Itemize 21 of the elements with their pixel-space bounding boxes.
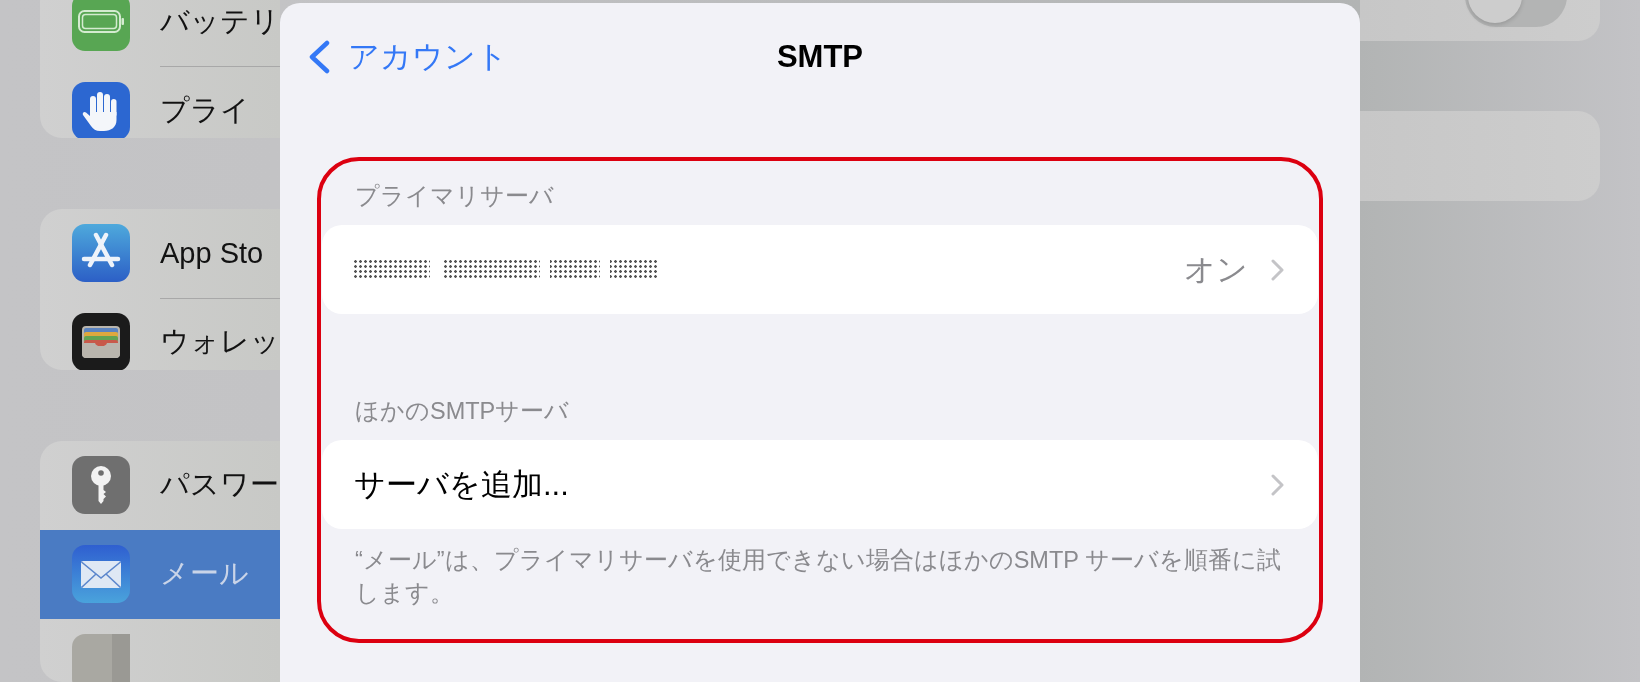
nav-title: SMTP [776, 39, 864, 75]
chevron-right-icon [1271, 473, 1284, 496]
envelope-icon [72, 545, 130, 604]
app-icon [72, 634, 130, 682]
section-header: ほかのSMTPサーバ [355, 397, 570, 425]
section-header: プライマリサーバ [355, 182, 554, 210]
chevron-right-icon [1271, 258, 1284, 281]
sidebar-item[interactable]: ウォレッ [40, 297, 280, 370]
list-row[interactable]: サーバを追加... [322, 440, 1318, 529]
sidebar-item[interactable]: プライ [40, 66, 280, 138]
key-icon [72, 456, 130, 515]
sidebar-item[interactable]: バッテリ [40, 0, 280, 66]
sidebar-item[interactable]: App Sto [40, 208, 280, 298]
wallet-icon [72, 313, 130, 370]
hand-icon [72, 81, 130, 138]
a-shape-icon [72, 224, 130, 283]
section-footer: “メール”は、プライマリサーバを使用できない場合はほかのSMTP サーバを順番に試します。 [355, 544, 1285, 610]
sidebar-item[interactable]: パスワー [40, 440, 280, 530]
chevron-left-icon [308, 40, 330, 74]
battery-icon [72, 0, 130, 51]
back-button[interactable]: アカウント [308, 36, 508, 78]
